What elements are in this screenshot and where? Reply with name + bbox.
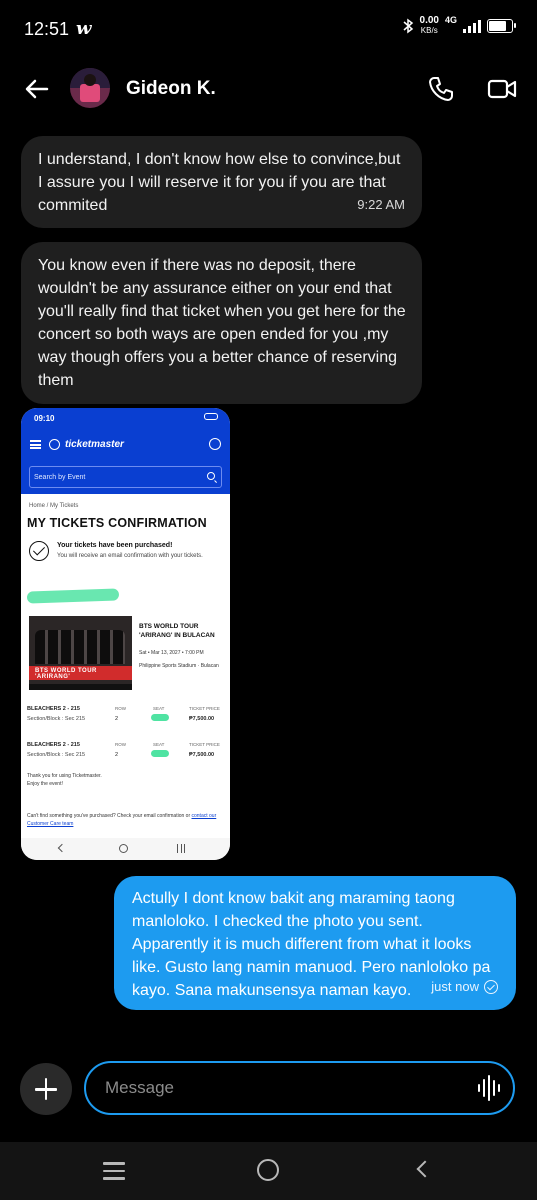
status-time: 12:51 <box>24 19 70 39</box>
incoming-message[interactable]: I understand, I don't know how else to c… <box>21 136 422 228</box>
network-type: 4G <box>444 15 457 25</box>
event-card: BTS WORLD TOUR 'ARIRANG' BTS WORLD TOUR … <box>27 616 223 696</box>
check-circle-icon <box>29 541 49 561</box>
app-notification-icon: w <box>76 18 92 39</box>
breadcrumb: Home / My Tickets <box>29 503 79 509</box>
phone-icon[interactable] <box>427 75 455 103</box>
ticketmaster-logo: ticketmaster <box>65 439 124 450</box>
waveform-icon[interactable] <box>477 1075 501 1101</box>
message-text: You know even if there was no deposit, t… <box>38 257 406 389</box>
video-icon[interactable] <box>487 76 517 102</box>
redaction-mark <box>26 588 120 604</box>
redaction-mark <box>151 750 169 757</box>
event-date: Sat • Mar 13, 2027 • 7:00 PM <box>139 650 204 656</box>
arrow-left-icon[interactable] <box>22 74 52 104</box>
system-nav-bar <box>0 1142 537 1200</box>
attachment-nav-bar <box>21 838 230 860</box>
message-time: 9:22 AM <box>357 197 405 212</box>
event-venue: Philippine Sports Stadium · Bulacan <box>139 663 219 669</box>
contact-name[interactable]: Gideon K. <box>126 78 216 100</box>
event-title: BTS WORLD TOUR 'ARIRANG' IN BULACAN <box>139 623 215 639</box>
status-bar: 12:51 w 0.00 KB/s 4G <box>0 0 537 56</box>
confirmation-notice: Your tickets have been purchased! You wi… <box>21 538 230 572</box>
help-note: Can't find something you've purchased? C… <box>27 813 217 827</box>
bluetooth-icon <box>403 18 413 34</box>
chat-header: Gideon K. <box>0 56 537 122</box>
message-text: I understand, I don't know how else to c… <box>38 151 401 214</box>
event-poster: BTS WORLD TOUR 'ARIRANG' <box>29 616 132 690</box>
attachment-search-box: Search by Event <box>29 466 222 488</box>
ticket-row: BLEACHERS 2 - 215 Section/Block : Sec 21… <box>27 706 220 722</box>
thanks-note: Thank you for using Ticketmaster. Enjoy … <box>27 773 102 787</box>
network-speed: 0.00 KB/s <box>419 15 439 36</box>
ticketmaster-logo-icon <box>49 439 60 450</box>
back-nav-icon[interactable] <box>416 1160 434 1178</box>
ticketmaster-header: ticketmaster <box>21 428 230 462</box>
image-attachment[interactable]: 09:10 ticketmaster Search by Event Home … <box>21 408 230 860</box>
incoming-message[interactable]: You know even if there was no deposit, t… <box>21 242 422 404</box>
delivered-check-icon <box>484 979 498 994</box>
plus-icon[interactable] <box>20 1063 72 1115</box>
user-icon <box>209 438 221 450</box>
message-input[interactable] <box>84 1061 515 1115</box>
battery-icon <box>487 19 516 33</box>
home-icon[interactable] <box>257 1159 279 1181</box>
recent-apps-icon[interactable] <box>103 1162 125 1180</box>
avatar[interactable] <box>70 68 110 108</box>
outgoing-message[interactable]: Actully I dont know bakit ang maraming t… <box>114 876 516 1010</box>
status-indicators: 0.00 KB/s 4G <box>402 15 516 36</box>
page-title: MY TICKETS CONFIRMATION <box>27 516 207 530</box>
attachment-status-bar: 09:10 <box>21 408 230 428</box>
search-icon <box>207 472 215 480</box>
ticket-row: BLEACHERS 2 - 215 Section/Block : Sec 21… <box>27 742 220 758</box>
redaction-mark <box>151 714 169 721</box>
signal-icon <box>463 19 481 33</box>
menu-icon <box>30 440 41 449</box>
message-time: just now <box>431 975 498 998</box>
